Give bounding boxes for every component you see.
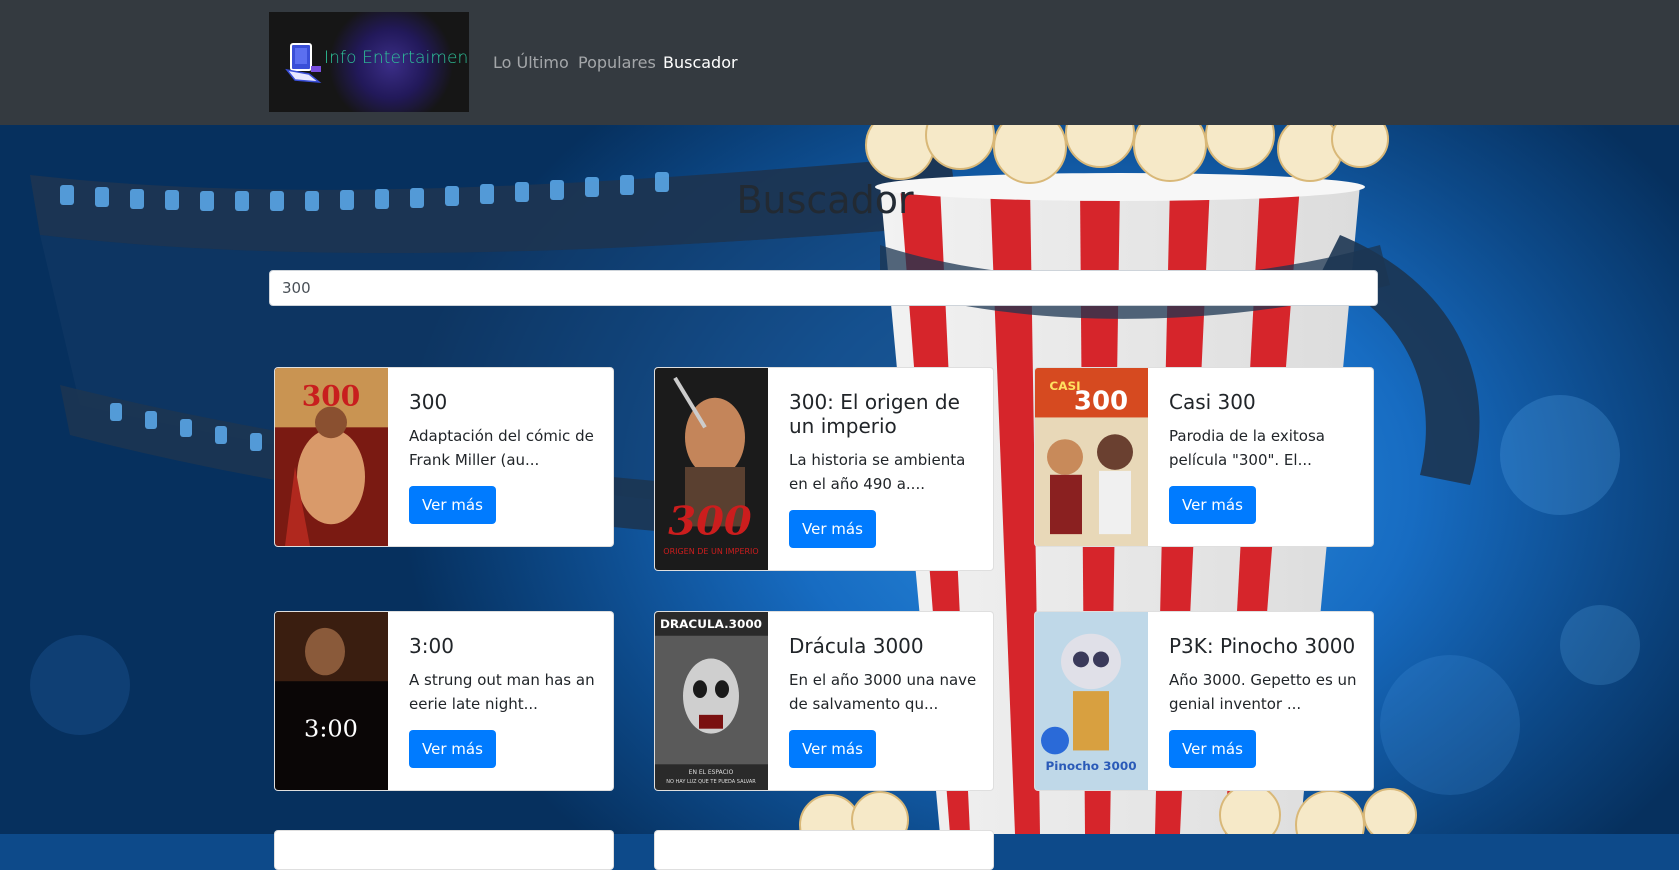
ver-mas-button[interactable]: Ver más bbox=[789, 730, 876, 768]
computer-icon bbox=[285, 43, 322, 83]
movie-poster: DRACULA.3000 EN EL ESPACIO NO HAY LUZ QU… bbox=[655, 612, 768, 790]
ver-mas-button[interactable]: Ver más bbox=[1169, 486, 1256, 524]
search-input[interactable] bbox=[269, 270, 1378, 306]
svg-text:300: 300 bbox=[1074, 387, 1128, 417]
svg-text:NO HAY LUZ QUE TE PUEDA SALVAR: NO HAY LUZ QUE TE PUEDA SALVAR bbox=[666, 779, 756, 785]
nav-lo-ultimo[interactable]: Lo Último bbox=[493, 53, 569, 72]
svg-text:300: 300 bbox=[302, 380, 360, 413]
movie-poster: Pinocho 3000 bbox=[1035, 612, 1148, 790]
result-card: 300 300 Adaptación del cómic de Frank Mi… bbox=[274, 367, 614, 547]
page-title: Buscador bbox=[736, 178, 914, 222]
brand-logo-text: Info Entertaiment bbox=[324, 48, 469, 68]
movie-poster: 300 ORIGEN DE UN IMPERIO bbox=[655, 368, 768, 570]
card-description: La historia se ambienta en el año 490 a.… bbox=[789, 451, 966, 493]
movie-poster: 300 bbox=[275, 368, 388, 546]
ver-mas-button[interactable]: Ver más bbox=[409, 486, 496, 524]
nav-buscador[interactable]: Buscador bbox=[663, 53, 738, 72]
svg-text:Pinocho 3000: Pinocho 3000 bbox=[1045, 759, 1136, 773]
result-card: DRACULA.3000 EN EL ESPACIO NO HAY LUZ QU… bbox=[654, 611, 994, 791]
svg-text:300: 300 bbox=[668, 499, 752, 545]
result-card: 3:00 3:00 A strung out man has an eerie … bbox=[274, 611, 614, 791]
ver-mas-button[interactable]: Ver más bbox=[409, 730, 496, 768]
result-card: Pinocho 3000 P3K: Pinocho 3000 Año 3000.… bbox=[1034, 611, 1374, 791]
card-description: Parodia de la exitosa película "300". El… bbox=[1169, 427, 1325, 469]
ver-mas-button[interactable]: Ver más bbox=[1169, 730, 1256, 768]
svg-text:DRACULA.3000: DRACULA.3000 bbox=[660, 617, 762, 631]
card-description: A strung out man has an eerie late night… bbox=[409, 671, 595, 713]
card-description: Adaptación del cómic de Frank Miller (au… bbox=[409, 427, 594, 469]
card-description: Año 3000. Gepetto es un genial inventor … bbox=[1169, 671, 1357, 713]
result-card-partial bbox=[274, 830, 614, 870]
result-card-partial bbox=[654, 830, 994, 870]
movie-poster: 3:00 bbox=[275, 612, 388, 790]
card-title: 300: El origen de un imperio bbox=[789, 390, 960, 438]
card-title: 300 bbox=[409, 390, 448, 414]
nav-populares[interactable]: Populares bbox=[578, 53, 656, 72]
top-navbar: Info Entertaiment Lo Último Populares Bu… bbox=[0, 0, 1679, 125]
brand-logo[interactable]: Info Entertaiment bbox=[269, 12, 469, 112]
card-title: P3K: Pinocho 3000 bbox=[1169, 634, 1356, 658]
card-title: Casi 300 bbox=[1169, 390, 1256, 414]
ver-mas-button[interactable]: Ver más bbox=[789, 510, 876, 548]
result-card: CASI 300 Casi 300 Parodia de la exitosa … bbox=[1034, 367, 1374, 547]
svg-text:ORIGEN DE UN IMPERIO: ORIGEN DE UN IMPERIO bbox=[663, 547, 758, 556]
card-title: Drácula 3000 bbox=[789, 634, 924, 658]
movie-poster: CASI 300 bbox=[1035, 368, 1148, 546]
result-card: 300 ORIGEN DE UN IMPERIO 300: El origen … bbox=[654, 367, 994, 571]
card-description: En el año 3000 una nave de salvamento qu… bbox=[789, 671, 977, 713]
card-title: 3:00 bbox=[409, 634, 454, 658]
svg-text:EN EL ESPACIO: EN EL ESPACIO bbox=[689, 769, 734, 776]
svg-text:3:00: 3:00 bbox=[304, 715, 358, 743]
